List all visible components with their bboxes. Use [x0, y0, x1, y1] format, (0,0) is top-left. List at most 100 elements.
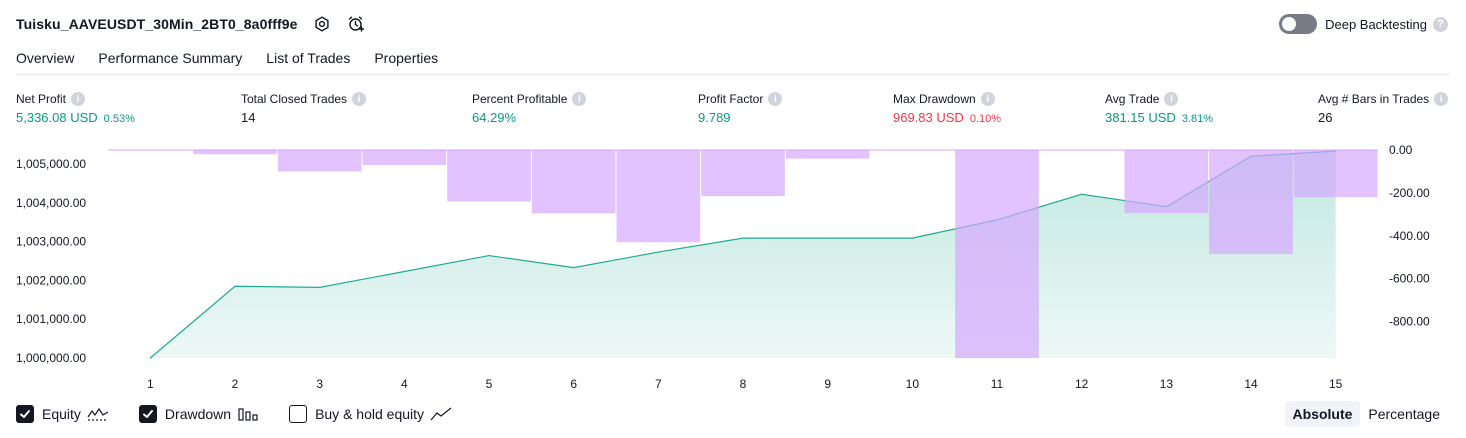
x-axis-tick-label: 5 — [486, 377, 493, 391]
buy-hold-line-icon — [430, 407, 452, 421]
equity-wave-icon — [87, 407, 109, 421]
drawdown-bars-icon — [238, 408, 258, 421]
tab-list-of-trades[interactable]: List of Trades — [266, 46, 350, 74]
x-axis-tick-label: 12 — [1075, 377, 1089, 391]
drawdown-bar — [955, 150, 1039, 358]
tab-performance-summary[interactable]: Performance Summary — [98, 46, 242, 74]
metric-label: Avg # Bars in Trades — [1318, 92, 1430, 106]
left-axis-tick-label: 1,001,000.00 — [16, 312, 86, 326]
equity-point — [911, 237, 913, 239]
metric-percent: 3.81% — [1181, 113, 1214, 125]
right-axis-tick-label: -400.00 — [1389, 229, 1430, 243]
info-icon[interactable]: i — [1164, 92, 1179, 106]
drawdown-bar — [785, 150, 870, 159]
equity-checkbox[interactable] — [16, 405, 34, 423]
metric-value: 969.83 USD — [893, 110, 964, 125]
equity-point — [319, 286, 321, 288]
metric-label: Max Drawdown — [893, 92, 976, 106]
x-axis-tick-label: 2 — [232, 377, 239, 391]
legend-buy-hold-equity[interactable]: Buy & hold equity — [289, 405, 452, 423]
drawdown-bar — [193, 150, 277, 155]
legend-equity[interactable]: Equity — [16, 405, 109, 423]
legend-label: Drawdown — [164, 406, 232, 422]
metric-net-profit: Net Profit i 5,336.08 USD 0.53% — [16, 92, 135, 125]
info-icon[interactable]: i — [768, 92, 783, 106]
right-axis-tick-label: -200.00 — [1389, 186, 1430, 200]
tab-overview[interactable]: Overview — [16, 46, 75, 76]
equity-point — [488, 254, 490, 257]
metric-label: Total Closed Trades — [241, 92, 348, 106]
equity-point — [403, 270, 405, 273]
x-axis-tick-label: 4 — [401, 377, 408, 391]
report-tabs: Overview Performance Summary List of Tra… — [16, 46, 462, 76]
tab-properties[interactable]: Properties — [374, 46, 438, 74]
metric-value: 381.15 USD — [1105, 110, 1176, 125]
settings-icon[interactable] — [312, 14, 332, 34]
legend-drawdown[interactable]: Drawdown — [138, 405, 259, 423]
metric-avg-bars-in-trades: Avg # Bars in Trades i 26 — [1318, 92, 1449, 125]
metric-value: 5,336.08 USD — [16, 110, 98, 125]
metric-profit-factor: Profit Factor i 9.789 — [698, 92, 783, 125]
drawdown-bar — [701, 150, 785, 197]
legend-label: Buy & hold equity — [315, 406, 425, 422]
metric-total-closed-trades: Total Closed Trades i 14 — [241, 92, 367, 125]
x-axis-tick-label: 3 — [316, 377, 323, 391]
tabs-divider — [16, 73, 1450, 76]
metric-label: Net Profit — [16, 92, 67, 106]
left-axis-tick-label: 1,005,000.00 — [16, 157, 86, 171]
equity-point — [573, 267, 575, 269]
x-axis-tick-label: 14 — [1244, 377, 1258, 391]
x-axis-tick-label: 11 — [991, 377, 1004, 391]
left-axis-tick-label: 1,000,000.00 — [16, 351, 86, 365]
metric-percent: 0.10% — [969, 113, 1002, 125]
drawdown-bar — [277, 150, 362, 172]
x-axis-tick-label: 13 — [1160, 377, 1174, 391]
info-icon[interactable]: i — [71, 92, 86, 106]
absolute-mode-button[interactable]: Absolute — [1284, 401, 1361, 427]
metric-value: 14 — [241, 110, 256, 125]
right-axis-tick-label: 0.00 — [1389, 143, 1413, 157]
help-icon[interactable]: ? — [1433, 16, 1448, 32]
equity-point — [149, 357, 151, 359]
deep-backtesting: Deep Backtesting ? — [1279, 13, 1448, 35]
left-axis-tick-label: 1,004,000.00 — [16, 196, 86, 210]
equity-point — [1081, 193, 1083, 195]
left-axis-tick-label: 1,002,000.00 — [16, 273, 86, 287]
metric-avg-trade: Avg Trade i 381.15 USD 3.81% — [1105, 92, 1213, 125]
x-axis-tick-label: 7 — [655, 377, 662, 391]
x-axis-tick-label: 8 — [740, 377, 747, 391]
info-icon[interactable]: i — [352, 92, 367, 106]
drawdown-checkbox[interactable] — [138, 405, 157, 423]
x-axis-tick-label: 1 — [147, 377, 154, 391]
deep-backtesting-toggle[interactable] — [1279, 14, 1318, 34]
equity-point — [742, 237, 744, 239]
drawdown-bar — [531, 150, 616, 214]
equity-drawdown-chart[interactable]: 1,000,000.00 1,001,000.00 1,002,000.00 1,00… — [0, 140, 1466, 394]
percentage-mode-button[interactable]: Percentage — [1360, 401, 1448, 427]
drawdown-bar — [1209, 150, 1293, 255]
toggle-knob — [1282, 17, 1297, 31]
info-icon[interactable]: i — [1434, 92, 1449, 106]
right-y-axis: 0.00 -200.00 -400.00 -600.00 -800.00 — [1389, 143, 1430, 329]
info-icon[interactable]: i — [980, 92, 995, 106]
metric-value: 26 — [1318, 110, 1333, 125]
drawdown-bar — [1293, 150, 1378, 198]
metric-percent-profitable: Percent Profitable i 64.29% — [472, 92, 587, 125]
info-icon[interactable]: i — [572, 92, 587, 106]
add-alert-icon[interactable] — [346, 14, 366, 34]
buy-hold-checkbox[interactable] — [289, 405, 308, 423]
metric-max-drawdown: Max Drawdown i 969.83 USD 0.10% — [893, 92, 1001, 125]
metric-label: Avg Trade — [1105, 92, 1160, 106]
left-y-axis: 1,000,000.00 1,001,000.00 1,002,000.00 1,00… — [16, 157, 86, 365]
drawdown-bar — [447, 150, 531, 202]
equity-point — [234, 285, 236, 287]
legend-label: Equity — [42, 406, 81, 422]
strategy-header: Tuisku_AAVEUSDT_30Min_2BT0_8a0fff9e — [16, 12, 366, 36]
x-axis-tick-label: 6 — [570, 377, 577, 391]
strategy-title: Tuisku_AAVEUSDT_30Min_2BT0_8a0fff9e — [16, 16, 298, 32]
metric-value: 64.29% — [472, 110, 517, 125]
equity-point — [657, 251, 659, 253]
display-mode-switch: Absolute Percentage — [1284, 400, 1449, 428]
equity-point — [827, 237, 829, 239]
right-axis-tick-label: -800.00 — [1389, 315, 1430, 329]
